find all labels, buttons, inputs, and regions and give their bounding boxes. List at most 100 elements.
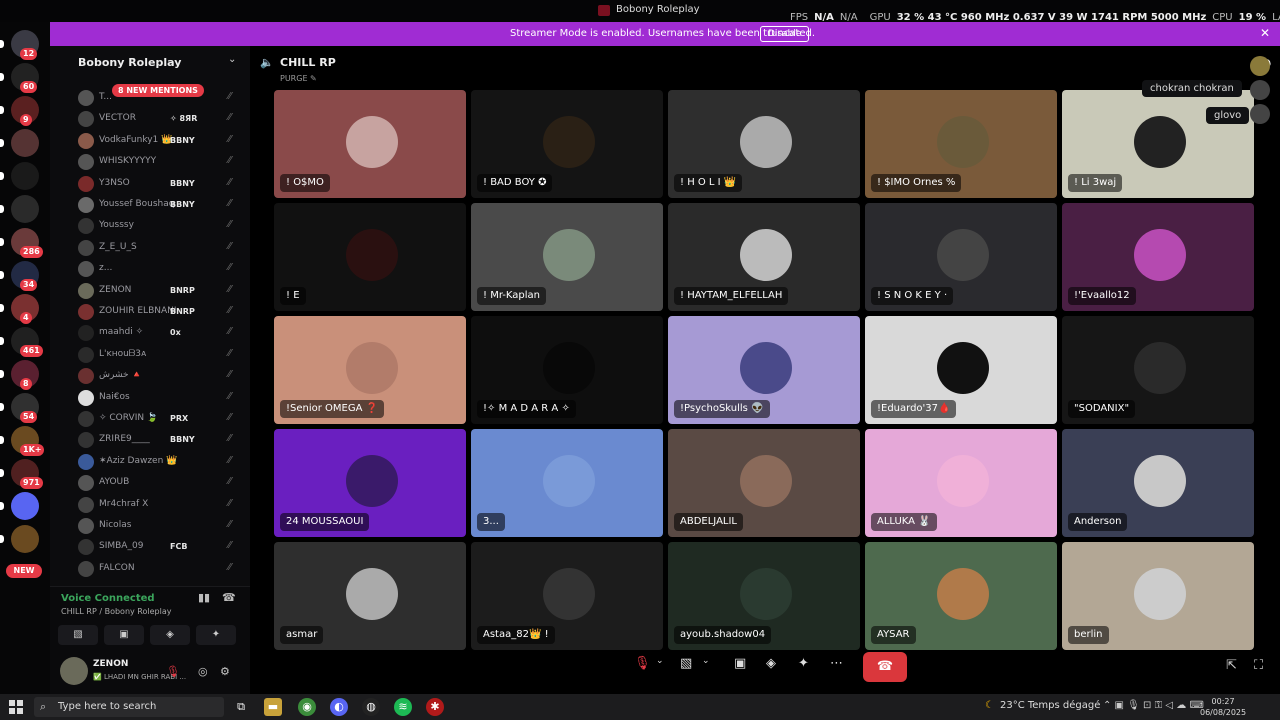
server-icon[interactable] <box>11 162 39 190</box>
participant-tile[interactable]: !PsychoSkulls 👽 <box>668 316 860 424</box>
mic-muted-icon[interactable]: 🎙 <box>634 656 651 671</box>
voice-channel[interactable]: CHILL RP / Bobony Roleplay <box>61 607 171 616</box>
avatar <box>78 496 94 513</box>
server-icon[interactable] <box>11 195 39 223</box>
hang-up-button[interactable]: ☎ <box>863 652 907 682</box>
participant-tile[interactable]: ! $IMO Ornes % <box>865 90 1057 198</box>
list-item[interactable]: Mr4chraf X ⁄⁄ <box>78 495 248 515</box>
list-item[interactable]: خشرش 🔺 ⁄⁄ <box>78 366 248 386</box>
camera-off-button[interactable]: ▧ <box>58 625 98 645</box>
activity-icon[interactable]: ◈ <box>766 656 776 671</box>
screen-share-button[interactable]: ▣ <box>104 625 144 645</box>
fivem-icon[interactable]: ✱ <box>426 698 444 716</box>
participant-tile[interactable]: 3... <box>471 429 663 537</box>
list-item[interactable]: Youssef Boushaq BBNY ⁄⁄ <box>78 195 248 215</box>
list-item[interactable]: ᒪ'ᴋʜouᗷ3ᴀ ⁄⁄ <box>78 345 248 365</box>
list-item[interactable]: AYOUB ⁄⁄ <box>78 473 248 493</box>
server-icon[interactable] <box>11 129 39 157</box>
participant-tile[interactable]: ayoub.shadow04 <box>668 542 860 650</box>
file-explorer-icon[interactable]: ▬ <box>264 698 282 716</box>
new-badge[interactable]: NEW <box>6 564 42 578</box>
clock[interactable]: 00:27 06/08/2025 <box>1200 696 1246 718</box>
list-item[interactable]: VodkaFunky1 👑 BBNY ⁄⁄ <box>78 131 248 151</box>
avatar[interactable] <box>1250 56 1270 76</box>
mute-icon[interactable]: 🎙 <box>166 665 180 678</box>
soundboard-icon[interactable]: ✦ <box>798 656 809 671</box>
avatar[interactable] <box>60 657 88 685</box>
fullscreen-icon[interactable]: ⛶ <box>1254 658 1263 673</box>
avatar[interactable] <box>1250 104 1270 124</box>
list-item[interactable]: FALCON ⁄⁄ <box>78 559 248 579</box>
search-input[interactable]: ⌕ Type here to search <box>34 697 224 717</box>
participant-tile[interactable]: ! O$MO <box>274 90 466 198</box>
list-item[interactable]: ZENON BNRP ⁄⁄ <box>78 281 248 301</box>
server-icon[interactable] <box>11 525 39 553</box>
participant-tile[interactable]: ALLUKA 🐰 <box>865 429 1057 537</box>
participant-tile[interactable]: ABDELJALIL <box>668 429 860 537</box>
camera-off-icon[interactable]: ▧ <box>680 656 692 671</box>
participant-tile[interactable]: ! Mr-Kaplan <box>471 203 663 311</box>
list-item[interactable]: Yousssy ⁄⁄ <box>78 216 248 236</box>
avatar[interactable] <box>1250 80 1270 100</box>
participant-tile[interactable]: ! H O L I 👑 <box>668 90 860 198</box>
signal-icon[interactable]: ▮▮ <box>198 591 210 604</box>
participant-tile[interactable]: ! E <box>274 203 466 311</box>
participant-tile[interactable]: asmar <box>274 542 466 650</box>
list-item[interactable]: SIMBA_09 FCB ⁄⁄ <box>78 537 248 557</box>
list-item[interactable]: Y3NSO BBNY ⁄⁄ <box>78 174 248 194</box>
list-item[interactable]: ✶Aziz Dawzen 👑 ⁄⁄ <box>78 452 248 472</box>
list-item[interactable]: ZOUHIR ELBNANI BNRP ⁄⁄ <box>78 302 248 322</box>
participant-tile[interactable]: !'Evaallo12 <box>1062 203 1254 311</box>
participant-tile[interactable]: ! BAD BOY ✪ <box>471 90 663 198</box>
list-item[interactable]: VECTOR ✧ 8ЯR ⁄⁄ <box>78 109 248 129</box>
chevron-down-icon[interactable]: ⌄ <box>228 54 236 65</box>
app-icon[interactable]: ◍ <box>362 698 380 716</box>
list-item[interactable]: Nai€os ⁄⁄ <box>78 388 248 408</box>
participant-tile[interactable]: !Senior OMEGA ❓ <box>274 316 466 424</box>
participant-tile[interactable]: ! HAYTAM_ELFELLAH <box>668 203 860 311</box>
disable-button[interactable]: Disable <box>760 26 810 42</box>
participant-tile[interactable]: AYSAR <box>865 542 1057 650</box>
participant-tile[interactable]: !✧ M A D A R A ✧ <box>471 316 663 424</box>
participant-tile[interactable]: 24 MOUSSAOUI <box>274 429 466 537</box>
list-item[interactable]: Z_E_U_S ⁄⁄ <box>78 238 248 258</box>
mic-muted-icon: ⁄⁄ <box>228 347 232 359</box>
voice-status[interactable]: Voice Connected <box>61 593 155 604</box>
headphones-icon[interactable]: ◎ <box>198 665 208 678</box>
windows-start-icon[interactable] <box>9 700 23 714</box>
gear-icon[interactable]: ⚙ <box>220 665 230 678</box>
list-item[interactable]: ZRIRE9____ BBNY ⁄⁄ <box>78 430 248 450</box>
banner-close-icon[interactable]: ✕ <box>1260 26 1270 40</box>
participant-tile[interactable]: "SODANIX" <box>1062 316 1254 424</box>
weather-text: 23°C Temps dégagé <box>999 700 1101 711</box>
more-icon[interactable]: ⋯ <box>830 656 843 671</box>
list-item[interactable]: maahdi ✧ 0x ⁄⁄ <box>78 323 248 343</box>
screen-share-icon[interactable]: ▣ <box>734 656 746 671</box>
channel-status[interactable]: PURGE ✎ <box>280 74 317 83</box>
server-icon[interactable] <box>11 492 39 520</box>
list-item[interactable]: z... ⁄⁄ <box>78 259 248 279</box>
task-view-icon[interactable]: ⧉ <box>232 698 250 716</box>
list-item[interactable]: Nicolas ⁄⁄ <box>78 516 248 536</box>
soundboard-button[interactable]: ✦ <box>196 625 236 645</box>
chrome-icon[interactable]: ◉ <box>298 698 316 716</box>
new-mentions-badge[interactable]: 8 NEW MENTIONS <box>112 84 204 97</box>
list-item[interactable]: WHISKYYYYY ⁄⁄ <box>78 152 248 172</box>
list-item[interactable]: ✧ CORVIN 🍃 PRX ⁄⁄ <box>78 409 248 429</box>
chevron-down-icon[interactable]: ⌄ <box>656 656 664 666</box>
disconnect-icon[interactable]: ☎ <box>222 591 236 604</box>
participant-tile[interactable]: ! S N O K E Y · <box>865 203 1057 311</box>
avatar <box>740 229 792 281</box>
chevron-down-icon[interactable]: ⌄ <box>702 656 710 666</box>
discord-icon[interactable]: ◐ <box>330 698 348 716</box>
popout-icon[interactable]: ⇱ <box>1226 658 1237 673</box>
system-tray[interactable]: ⌃ ▣ 🎙 ⊡ ⚿ ◁ ☁ ⌨ <box>1103 700 1204 711</box>
weather-widget[interactable]: ☾ 23°C Temps dégagé <box>985 700 1100 711</box>
participant-tile[interactable]: berlin <box>1062 542 1254 650</box>
participant-tile[interactable]: Astaa_82👑 ! <box>471 542 663 650</box>
participant-tile[interactable]: !Eduardo'37🩸 <box>865 316 1057 424</box>
spotify-icon[interactable]: ≋ <box>394 698 412 716</box>
activity-button[interactable]: ◈ <box>150 625 190 645</box>
participant-tile[interactable]: Anderson <box>1062 429 1254 537</box>
participant-name: ayoub.shadow04 <box>674 626 772 644</box>
